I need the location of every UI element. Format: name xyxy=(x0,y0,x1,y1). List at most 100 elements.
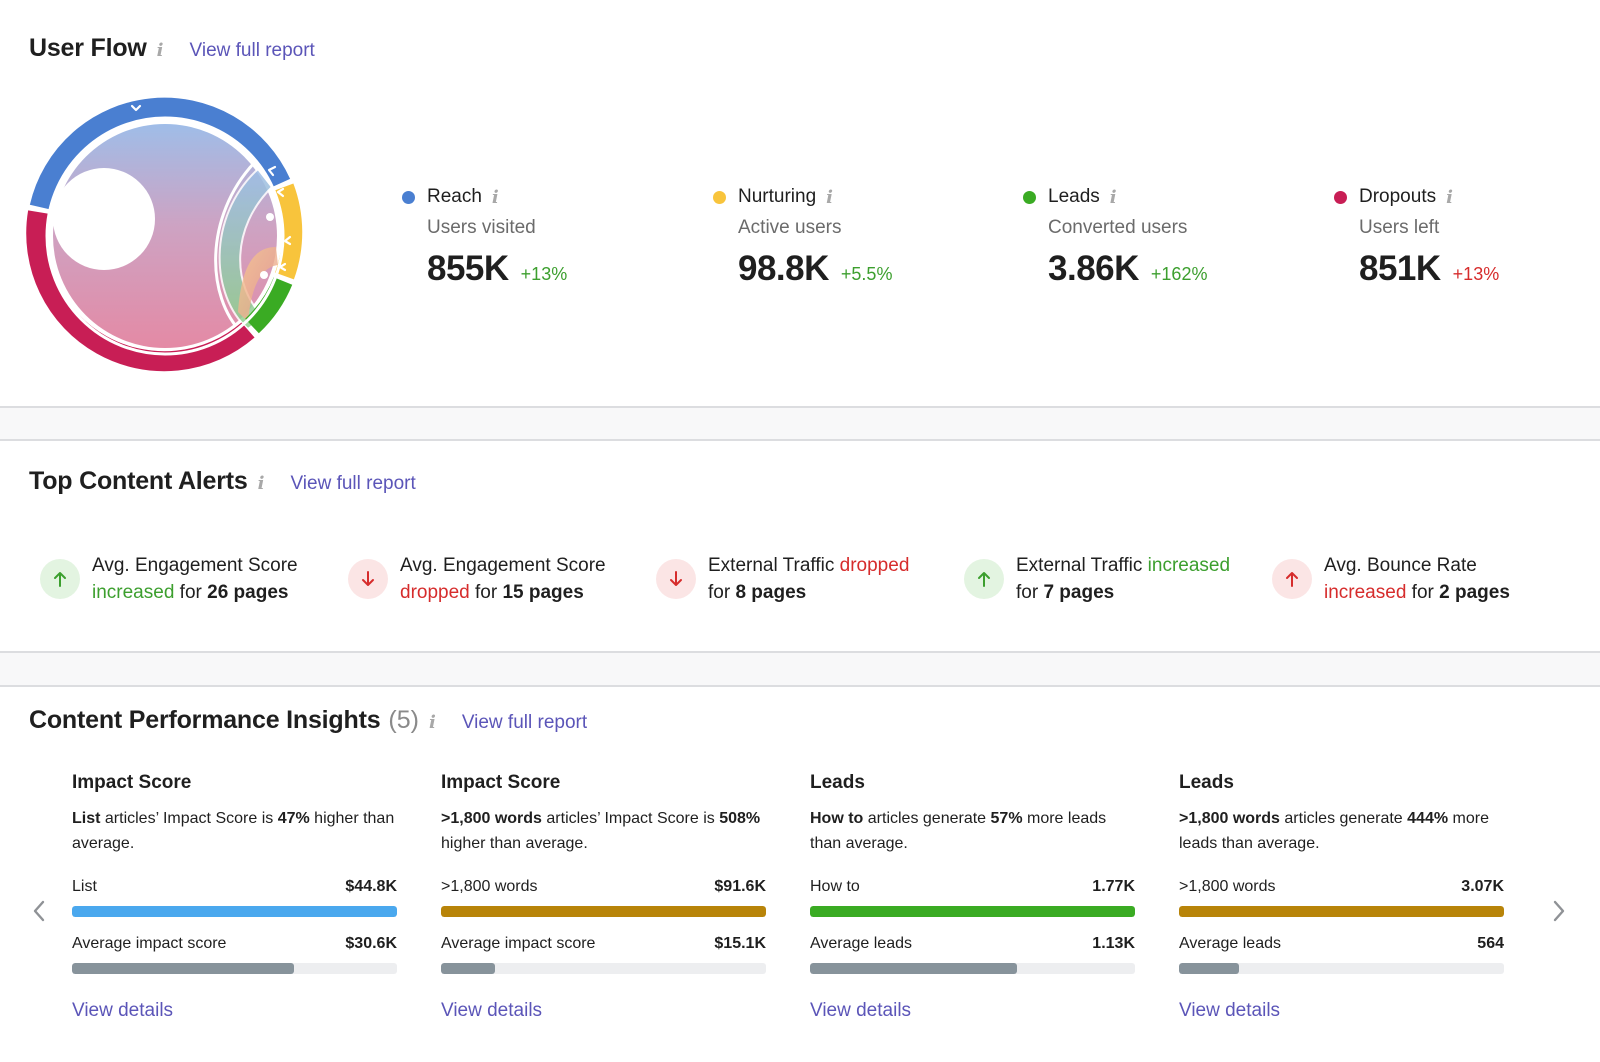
card-title: Impact Score xyxy=(72,772,192,793)
view-details-link[interactable]: View details xyxy=(72,1000,173,1022)
metric-delta: +162% xyxy=(1150,264,1208,284)
alert-change: dropped xyxy=(839,555,910,576)
card-title: Leads xyxy=(810,772,865,793)
primary-bar-track xyxy=(810,906,1135,917)
card-description: List articles’ Impact Score is 47% highe… xyxy=(72,806,397,858)
alert-change: increased xyxy=(92,582,175,603)
bar-label: Average impact score xyxy=(441,935,596,952)
view-full-report-link[interactable]: View full report xyxy=(462,712,587,734)
view-details-link[interactable]: View details xyxy=(1179,1000,1280,1022)
ring-segment-nurturing[interactable] xyxy=(274,183,303,280)
insight-count: (5) xyxy=(388,706,419,734)
alert-metric: Avg. Engagement Score xyxy=(92,555,298,576)
alert-item[interactable]: External Traffic increased for 7 pages xyxy=(964,552,1230,606)
average-bar-fill xyxy=(1179,963,1239,974)
metric-nurturing: Nurturing i Active users 98.8K +5.5% xyxy=(713,186,892,289)
alert-change: dropped xyxy=(400,582,470,603)
metric-leads: Leads i Converted users 3.86K +162% xyxy=(1023,186,1207,289)
primary-metric: List $44.8K xyxy=(72,878,397,917)
alert-item[interactable]: Avg. Bounce Rate increased for 2 pages xyxy=(1272,552,1510,606)
alert-connector: for xyxy=(1016,582,1044,603)
info-icon[interactable]: i xyxy=(258,473,265,494)
chevron-left-icon[interactable] xyxy=(27,896,51,926)
average-bar-track xyxy=(441,963,766,974)
view-details-link[interactable]: View details xyxy=(810,1000,911,1022)
insight-card: Leads How to articles generate 57% more l… xyxy=(810,772,1135,1022)
primary-metric: >1,800 words $91.6K xyxy=(441,878,766,917)
info-icon[interactable]: i xyxy=(1110,187,1117,208)
average-bar-track xyxy=(72,963,397,974)
view-full-report-link[interactable]: View full report xyxy=(190,40,315,62)
bar-label: List xyxy=(72,878,97,895)
donut-hole xyxy=(53,168,155,270)
view-details-link[interactable]: View details xyxy=(441,1000,542,1022)
alert-connector: for xyxy=(469,582,503,603)
alert-item[interactable]: Avg. Engagement Score increased for 26 pa… xyxy=(40,552,298,606)
metric-delta: +13% xyxy=(1452,264,1500,284)
info-icon[interactable]: i xyxy=(826,187,833,208)
average-metric: Average leads 564 xyxy=(1179,935,1504,974)
alert-item[interactable]: Avg. Engagement Score dropped for 15 page… xyxy=(348,552,606,606)
desc-text: articles generate xyxy=(1279,810,1408,827)
primary-metric: >1,800 words 3.07K xyxy=(1179,878,1504,917)
bar-label: Average leads xyxy=(810,935,912,952)
user-flow-section: User Flow i View full report Reach i Use… xyxy=(0,0,1600,406)
alert-count: 7 pages xyxy=(1043,582,1115,603)
arrow-down-icon xyxy=(348,559,388,599)
user-flow-header: User Flow i View full report xyxy=(29,34,315,63)
desc-highlight: 444% xyxy=(1407,810,1449,827)
alert-item[interactable]: External Traffic dropped for 8 pages xyxy=(656,552,909,606)
section-title: Top Content Alerts xyxy=(29,467,248,495)
primary-bar-track xyxy=(72,906,397,917)
metric-reach: Reach i Users visited 855K +13% xyxy=(402,186,567,289)
bar-label: Average leads xyxy=(1179,935,1281,952)
content-alerts-section: Top Content Alerts i View full report xyxy=(0,441,1600,651)
bar-label: >1,800 words xyxy=(441,878,538,895)
metric-label: Dropouts xyxy=(1359,186,1437,207)
insights-header: Content Performance Insights (5) i View … xyxy=(29,706,587,735)
alert-count: 2 pages xyxy=(1439,582,1510,603)
alert-metric: External Traffic xyxy=(708,555,840,576)
bar-value: 1.13K xyxy=(1092,935,1135,952)
user-flow-donut-chart[interactable] xyxy=(26,97,304,375)
average-bar-fill xyxy=(72,963,294,974)
alert-connector: for xyxy=(174,582,208,603)
info-icon[interactable]: i xyxy=(429,712,436,733)
section-divider xyxy=(0,651,1600,687)
primary-bar-fill xyxy=(810,906,1135,917)
info-icon[interactable]: i xyxy=(492,187,499,208)
card-title: Leads xyxy=(1179,772,1234,793)
metric-delta: +13% xyxy=(520,264,568,284)
average-metric: Average leads 1.13K xyxy=(810,935,1135,974)
legend-dot-leads xyxy=(1023,190,1036,204)
view-full-report-link[interactable]: View full report xyxy=(290,473,415,495)
card-title: Impact Score xyxy=(441,772,561,793)
average-bar-track xyxy=(810,963,1135,974)
metric-delta: +5.5% xyxy=(840,264,893,284)
legend-dot-reach xyxy=(402,190,415,204)
metric-dropouts: Dropouts i Users left 851K +13% xyxy=(1334,186,1499,289)
metric-value: 98.8K xyxy=(738,249,829,288)
primary-bar-fill xyxy=(441,906,766,917)
insight-card: Leads >1,800 words articles generate 444%… xyxy=(1179,772,1504,1022)
average-bar-track xyxy=(1179,963,1504,974)
primary-bar-fill xyxy=(1179,906,1504,917)
info-icon[interactable]: i xyxy=(1446,187,1453,208)
insight-card: Impact Score >1,800 words articles’ Impac… xyxy=(441,772,766,1022)
average-metric: Average impact score $30.6K xyxy=(72,935,397,974)
bar-value: 3.07K xyxy=(1461,878,1504,895)
info-icon[interactable]: i xyxy=(157,40,164,61)
chevron-right-icon[interactable] xyxy=(1547,896,1571,926)
alert-metric: Avg. Engagement Score xyxy=(400,555,606,576)
bar-value: 1.77K xyxy=(1092,878,1135,895)
alert-text: Avg. Bounce Rate increased for 2 pages xyxy=(1324,552,1510,606)
metric-label: Leads xyxy=(1048,186,1100,207)
insight-card: Impact Score List articles’ Impact Score … xyxy=(72,772,397,1022)
metric-label: Reach xyxy=(427,186,482,207)
metric-value: 851K xyxy=(1359,249,1441,288)
desc-highlight: List xyxy=(72,810,101,827)
arrow-down-icon xyxy=(656,559,696,599)
alert-text: External Traffic dropped for 8 pages xyxy=(708,552,909,606)
desc-highlight: 508% xyxy=(719,810,761,827)
content-alerts-header: Top Content Alerts i View full report xyxy=(29,467,416,496)
